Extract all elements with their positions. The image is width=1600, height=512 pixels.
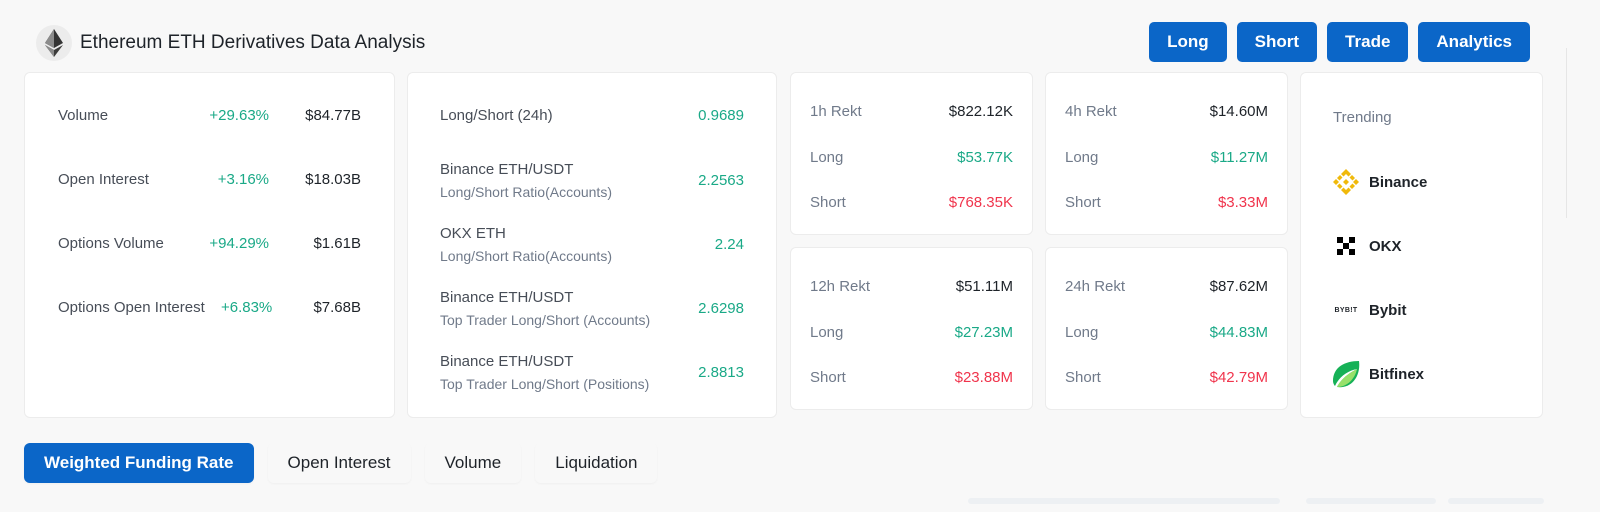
rekt-short-label: Short <box>810 194 846 211</box>
trending-item-binance[interactable]: Binance <box>1331 167 1427 197</box>
long-short-row: OKX ETH Long/Short Ratio(Accounts) 2.24 <box>440 225 744 264</box>
chart-tabs: Weighted Funding Rate Open Interest Volu… <box>24 443 658 483</box>
page-header: Ethereum ETH Derivatives Data Analysis <box>36 24 425 62</box>
page-title: Ethereum ETH Derivatives Data Analysis <box>80 32 426 53</box>
rekt-long-label: Long <box>810 149 844 166</box>
trending-item-name: Bitfinex <box>1369 365 1425 383</box>
trending-title: Trending <box>1333 109 1392 126</box>
ls-title: OKX ETH <box>440 225 506 242</box>
metric-label: Options Volume <box>58 235 164 252</box>
bottom-control-edge <box>1448 498 1544 504</box>
ls-subtitle: Top Trader Long/Short (Accounts) <box>440 312 651 328</box>
ls-title: Binance ETH/USDT <box>440 353 574 370</box>
bottom-control-edge <box>968 498 1280 504</box>
metric-label: Options Open Interest <box>58 299 205 316</box>
scrollbar[interactable] <box>1566 48 1567 218</box>
metric-row-options-open-interest: Options Open Interest +6.83% $7.68B <box>58 299 361 316</box>
metric-value: $1.61B <box>313 235 361 252</box>
metric-value: $18.03B <box>305 171 361 188</box>
rekt-label: 24h Rekt <box>1065 278 1126 295</box>
rekt-long-value: $53.77K <box>957 149 1013 166</box>
binance-icon <box>1331 167 1361 197</box>
rekt-short-value: $23.88M <box>954 369 1013 386</box>
trending-item-bitfinex[interactable]: Bitfinex <box>1331 359 1424 389</box>
bitfinex-icon <box>1331 359 1361 389</box>
tab-volume[interactable]: Volume <box>424 443 522 483</box>
rekt-long-value: $27.23M <box>954 324 1013 341</box>
rekt-short-value: $42.79M <box>1209 369 1268 386</box>
rekt-label: 4h Rekt <box>1065 103 1117 120</box>
short-button[interactable]: Short <box>1236 22 1318 62</box>
metric-label: Volume <box>58 107 109 124</box>
metric-row-open-interest: Open Interest +3.16% $18.03B <box>58 171 361 188</box>
trending-item-bybit[interactable]: BYB!T Bybit <box>1331 295 1407 325</box>
rekt-total: $14.60M <box>1209 103 1268 120</box>
rekt-short-label: Short <box>1065 194 1101 211</box>
long-button[interactable]: Long <box>1149 22 1227 62</box>
metric-value: $7.68B <box>313 299 361 316</box>
long-short-row: Binance ETH/USDT Top Trader Long/Short (… <box>440 289 744 328</box>
tab-weighted-funding-rate[interactable]: Weighted Funding Rate <box>24 443 254 483</box>
overview-card: Volume +29.63% $84.77B Open Interest +3.… <box>24 72 395 418</box>
rekt-short-label: Short <box>1065 369 1101 386</box>
rekt-total: $51.11M <box>955 278 1013 295</box>
rekt-total: $822.12K <box>948 103 1013 120</box>
analytics-button[interactable]: Analytics <box>1418 22 1530 62</box>
ls-value: 2.2563 <box>698 172 744 189</box>
rekt-card-1h: 1h Rekt $822.12K Long $53.77K Short $768.35… <box>790 72 1033 235</box>
trade-button[interactable]: Trade <box>1327 22 1409 62</box>
ls-value: 2.24 <box>714 236 744 253</box>
ethereum-icon <box>36 25 72 61</box>
metric-change: +94.29% <box>209 235 269 252</box>
rekt-label: 12h Rekt <box>810 278 871 295</box>
rekt-total: $87.62M <box>1209 278 1268 295</box>
rekt-long-label: Long <box>1065 149 1099 166</box>
rekt-card-12h: 12h Rekt $51.11M Long $27.23M Short $23.88M <box>790 247 1033 410</box>
ls-subtitle: Long/Short Ratio(Accounts) <box>440 184 612 200</box>
ls-subtitle: Top Trader Long/Short (Positions) <box>440 376 650 392</box>
metric-change: +29.63% <box>209 107 269 124</box>
long-short-card: Long/Short (24h) 0.9689 Binance ETH/USDT… <box>407 72 777 418</box>
metric-change: +3.16% <box>217 171 269 188</box>
rekt-long-label: Long <box>1065 324 1099 341</box>
ls-title: Binance ETH/USDT <box>440 289 574 306</box>
ls-value: 2.8813 <box>698 364 744 381</box>
rekt-short-value: $3.33M <box>1217 194 1268 211</box>
trending-item-name: Binance <box>1369 173 1428 191</box>
metric-label: Open Interest <box>58 171 149 188</box>
rekt-long-value: $11.27M <box>1210 149 1268 166</box>
rekt-long-value: $44.83M <box>1209 324 1268 341</box>
metric-row-options-volume: Options Volume +94.29% $1.61B <box>58 235 361 252</box>
metric-change: +6.83% <box>220 299 273 316</box>
ls-title: Long/Short (24h) <box>440 107 553 124</box>
ls-value: 0.9689 <box>698 107 744 124</box>
rekt-short-label: Short <box>810 369 846 386</box>
trending-card: Trending Binance OKX BYB!T Bybit Bitfine… <box>1300 72 1543 418</box>
rekt-card-24h: 24h Rekt $87.62M Long $44.83M Short $42.79M <box>1045 247 1288 410</box>
long-short-row: Binance ETH/USDT Top Trader Long/Short (… <box>440 353 744 392</box>
ls-subtitle: Long/Short Ratio(Accounts) <box>440 248 612 264</box>
rekt-long-label: Long <box>810 324 844 341</box>
rekt-label: 1h Rekt <box>810 103 862 120</box>
top-actions: Long Short Trade Analytics <box>1149 22 1530 62</box>
trending-item-name: Bybit <box>1369 301 1407 319</box>
metric-value: $84.77B <box>305 107 361 124</box>
ls-title: Binance ETH/USDT <box>440 161 574 178</box>
tab-liquidation[interactable]: Liquidation <box>535 443 658 483</box>
bybit-icon: BYB!T <box>1334 306 1358 314</box>
ls-value: 2.6298 <box>698 300 744 317</box>
rekt-short-value: $768.35K <box>948 194 1013 211</box>
okx-icon <box>1331 231 1361 261</box>
tab-open-interest[interactable]: Open Interest <box>267 443 411 483</box>
metric-row-volume: Volume +29.63% $84.77B <box>58 107 361 124</box>
trending-item-okx[interactable]: OKX <box>1331 231 1402 261</box>
rekt-card-4h: 4h Rekt $14.60M Long $11.27M Short $3.33M <box>1045 72 1288 235</box>
bottom-control-edge <box>1306 498 1436 504</box>
long-short-row: Binance ETH/USDT Long/Short Ratio(Accoun… <box>440 161 744 200</box>
long-short-row: Long/Short (24h) 0.9689 <box>440 107 744 124</box>
trending-item-name: OKX <box>1369 237 1402 255</box>
